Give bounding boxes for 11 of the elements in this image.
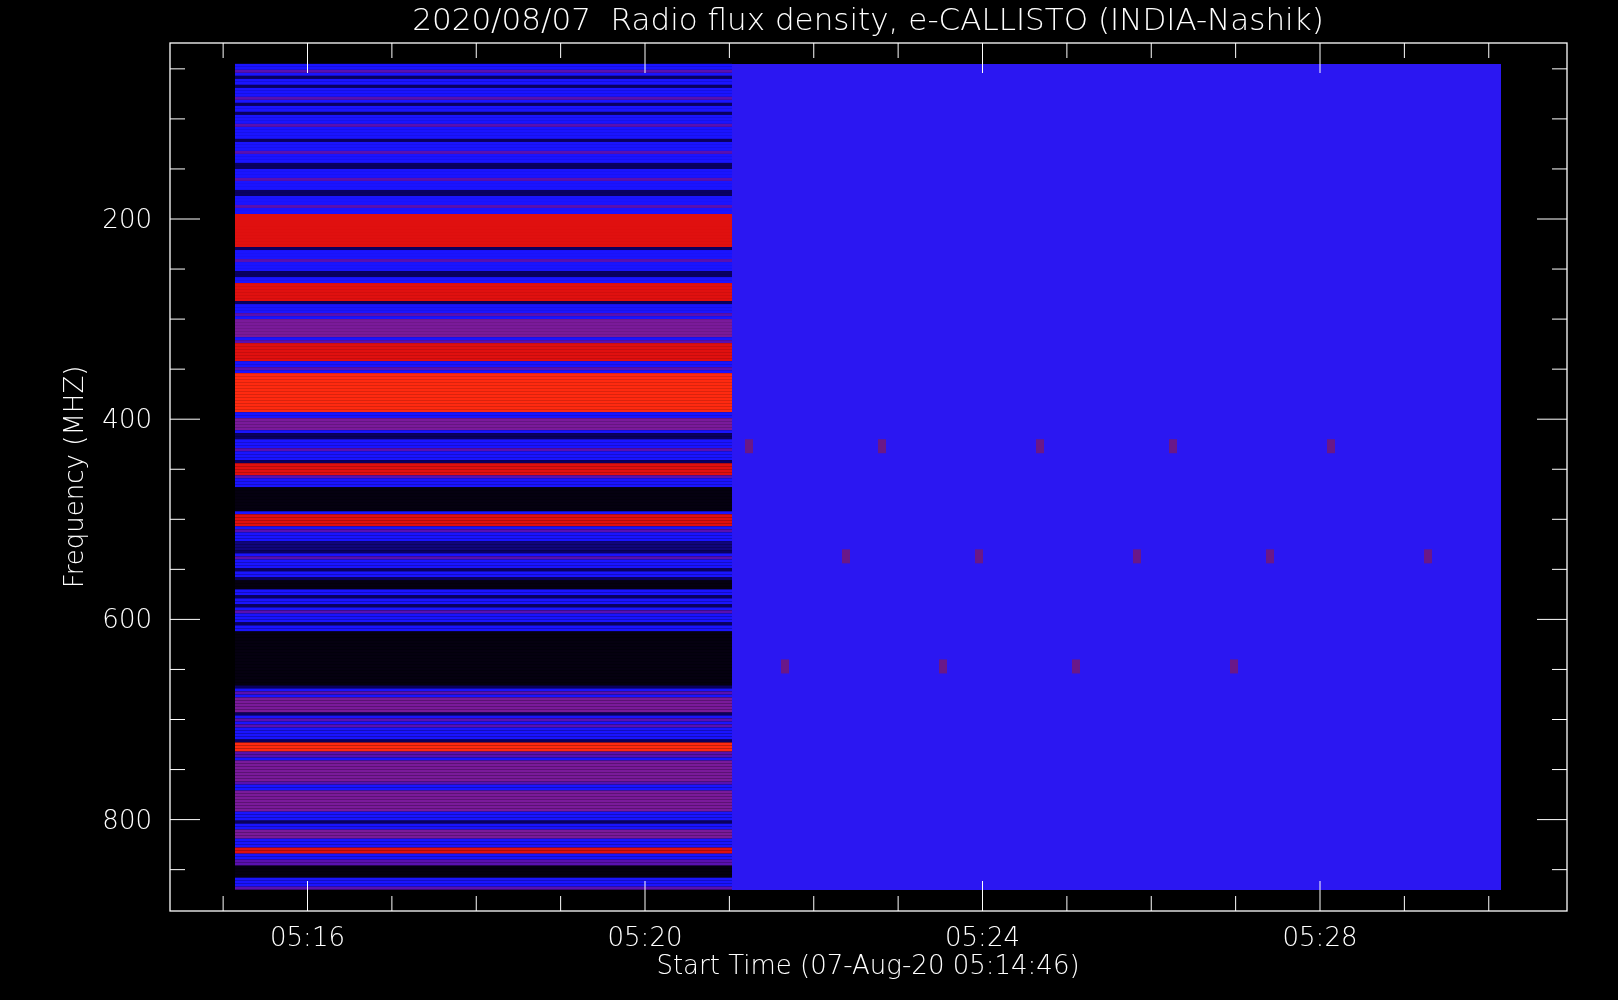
chart-title: 2020/08/07 Radio flux density, e-CALLISTO (INDIA-Nashik) bbox=[412, 1, 1324, 37]
y-axis-label: Frequency (MHZ) bbox=[59, 365, 89, 589]
x-tick-label: 05:16 bbox=[270, 922, 345, 952]
y-tick-label: 600 bbox=[102, 604, 152, 635]
y-tick-label: 400 bbox=[102, 404, 152, 435]
y-tick-label: 200 bbox=[102, 204, 152, 234]
y-tick-label: 800 bbox=[102, 804, 152, 835]
x-tick-label: 05:20 bbox=[607, 922, 683, 952]
x-tick-label: 05:28 bbox=[1282, 922, 1358, 952]
x-tick-label: 05:24 bbox=[945, 922, 1020, 952]
x-axis-label: Start Time (07-Aug-20 05:14:46) bbox=[656, 950, 1080, 980]
